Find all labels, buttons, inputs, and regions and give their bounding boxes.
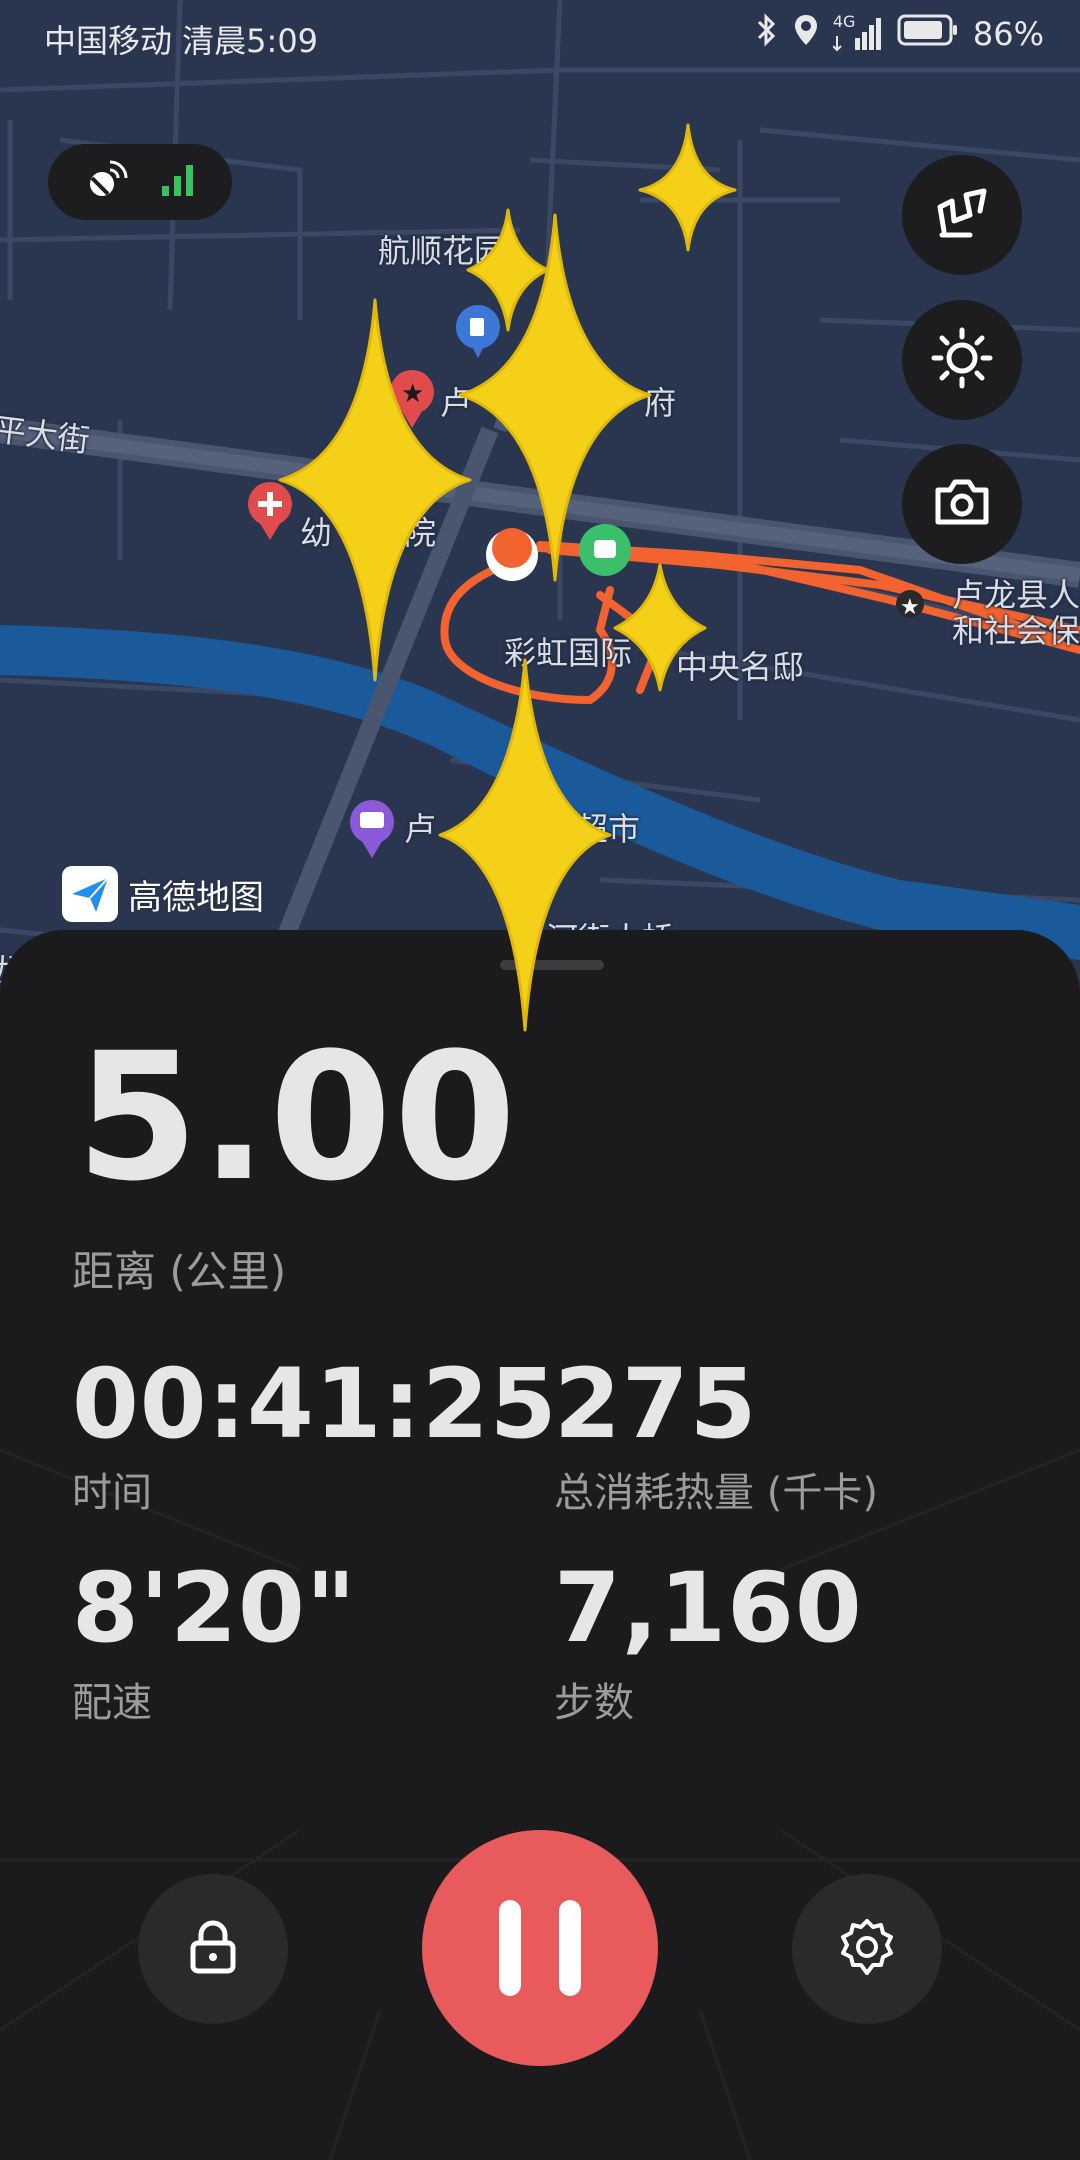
map-label-market-suffix[interactable]: 超市 [576, 804, 640, 850]
network-type: 4G [832, 12, 856, 31]
settings-gear-icon [835, 1915, 899, 1983]
time-label: 时间 [72, 1470, 152, 1516]
route-icon [930, 181, 994, 249]
map-view[interactable]: ★ ★ 航顺花园 平大街 卢 府 幼 院 彩虹国际 中央名邸 卢 超市 卢龙县人… [0, 0, 1080, 1000]
map-label-zhongyang[interactable]: 中央名邸 [676, 642, 804, 688]
time-value: 00:41:25 [72, 1348, 558, 1460]
pace-value: 8'20" [72, 1552, 357, 1664]
location-icon [793, 12, 819, 56]
lock-icon [185, 1917, 241, 1981]
satellite-icon [84, 158, 128, 206]
map-label-mansion-suffix[interactable]: 府 [644, 378, 676, 424]
map-label-kindergarten-partial[interactable]: 幼 [300, 508, 332, 554]
battery-percent: 86% [972, 15, 1044, 53]
brightness-button[interactable] [902, 300, 1022, 420]
map-label-county-hospital-2[interactable]: 和社会保 [952, 606, 1080, 652]
signal-icon: 4G [832, 12, 883, 52]
pace-label: 配速 [72, 1680, 152, 1726]
route-button[interactable] [902, 155, 1022, 275]
camera-icon [930, 470, 994, 538]
map-label-mansion-partial[interactable]: 卢 [440, 378, 472, 424]
distance-label: 距离 (公里) [72, 1247, 287, 1296]
status-bar: 中国移动 清晨5:09 4G 86% [0, 0, 1080, 76]
steps-label: 步数 [554, 1680, 634, 1726]
bluetooth-icon [755, 12, 779, 56]
amap-logo-text: 高德地图 [128, 877, 264, 918]
svg-text:★: ★ [900, 595, 920, 620]
brightness-icon [930, 326, 994, 394]
calories-value: 275 [554, 1348, 758, 1460]
distance-value: 5.00 [76, 1015, 519, 1220]
settings-button[interactable] [792, 1874, 942, 2024]
pause-button[interactable] [422, 1830, 658, 2066]
gps-signal-bars-icon [160, 162, 196, 202]
amap-logo-icon [62, 866, 118, 922]
map-label-market-partial[interactable]: 卢 [404, 804, 436, 850]
svg-text:★: ★ [401, 379, 424, 409]
drag-handle[interactable] [500, 960, 604, 970]
steps-value: 7,160 [554, 1552, 863, 1664]
map-label-kindergarten-suffix[interactable]: 院 [404, 508, 436, 554]
pause-icon-bar-left [499, 1900, 521, 1996]
map-label-caihong[interactable]: 彩虹国际 [504, 628, 632, 674]
gps-status-pill[interactable] [48, 144, 232, 220]
carrier-time: 中国移动 清晨5:09 [44, 22, 319, 60]
battery-icon [897, 13, 959, 55]
pause-icon-bar-right [559, 1900, 581, 1996]
amap-logo: 高德地图 [62, 866, 264, 922]
map-label-hangshun[interactable]: 航顺花园 [378, 226, 506, 272]
calories-label: 总消耗热量 (千卡) [554, 1470, 878, 1516]
camera-button[interactable] [902, 444, 1022, 564]
lock-button[interactable] [138, 1874, 288, 2024]
